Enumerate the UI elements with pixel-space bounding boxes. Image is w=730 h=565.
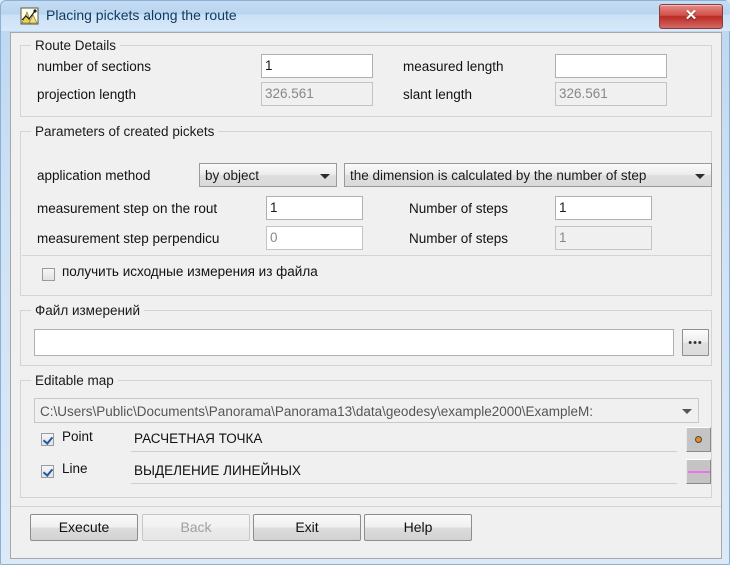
slant-length-label: slant length bbox=[403, 87, 473, 102]
map-path-value: C:\Users\Public\Documents\Panorama\Panor… bbox=[40, 404, 594, 419]
source-from-file-checkbox[interactable] bbox=[42, 268, 55, 281]
step-perpendicular-input[interactable]: 0 bbox=[266, 226, 363, 250]
source-from-file-label: получить исходные измерения из файла bbox=[62, 264, 318, 279]
picket-parameters-group-label: Parameters of created pickets bbox=[31, 124, 219, 139]
measured-length-label: measured length bbox=[403, 59, 504, 74]
point-checkbox[interactable] bbox=[41, 433, 54, 446]
editable-map-group-label: Editable map bbox=[31, 373, 118, 388]
close-button[interactable]: ✕ bbox=[659, 4, 723, 29]
slant-length-input[interactable]: 326.561 bbox=[555, 82, 667, 106]
point-symbol-icon bbox=[694, 435, 702, 443]
measurement-file-group: Файл измерений ••• bbox=[20, 303, 712, 366]
step-on-route-label: measurement step on the rout bbox=[37, 201, 218, 216]
dimension-mode-value: the dimension is calculated by the numbe… bbox=[350, 168, 647, 183]
dimension-mode-select[interactable]: the dimension is calculated by the numbe… bbox=[344, 163, 712, 187]
step-on-route-input[interactable]: 1 bbox=[266, 196, 363, 220]
projection-length-label: projection length bbox=[37, 87, 137, 102]
close-icon: ✕ bbox=[684, 7, 698, 24]
browse-file-button[interactable]: ••• bbox=[682, 329, 709, 356]
number-of-steps-label-2: Number of steps bbox=[409, 231, 509, 246]
line-object-input[interactable]: ВЫДЕЛЕНИЕ ЛИНЕЙНЫХ bbox=[131, 459, 677, 484]
measurement-file-path-input[interactable] bbox=[34, 329, 674, 356]
point-style-button[interactable] bbox=[686, 427, 711, 452]
back-button: Back bbox=[142, 514, 250, 541]
route-details-group-label: Route Details bbox=[31, 38, 121, 53]
line-label: Line bbox=[62, 461, 88, 476]
measured-length-input[interactable] bbox=[555, 54, 667, 78]
application-method-label: application method bbox=[37, 168, 151, 183]
route-details-group: Route Details number of sections 1 proje… bbox=[20, 38, 712, 117]
step-perpendicular-label: measurement step perpendicu bbox=[37, 231, 220, 246]
route-map-icon bbox=[20, 7, 39, 25]
number-of-sections-input[interactable]: 1 bbox=[261, 54, 373, 78]
title-bar: Placing pickets along the route ✕ bbox=[1, 1, 730, 31]
divider bbox=[22, 255, 712, 256]
line-symbol-icon bbox=[687, 470, 710, 473]
dialog-client-area: Route Details number of sections 1 proje… bbox=[10, 32, 722, 559]
number-of-steps-input-1[interactable]: 1 bbox=[555, 196, 652, 220]
footer-divider bbox=[11, 506, 721, 507]
line-checkbox[interactable] bbox=[41, 465, 54, 478]
measurement-file-group-label: Файл измерений bbox=[31, 303, 145, 318]
application-method-value: by object bbox=[205, 168, 260, 183]
execute-button[interactable]: Execute bbox=[30, 514, 138, 541]
line-style-button[interactable] bbox=[686, 459, 711, 484]
dialog-window: Placing pickets along the route ✕ Route … bbox=[0, 0, 730, 565]
projection-length-input[interactable]: 326.561 bbox=[261, 82, 373, 106]
chevron-down-icon bbox=[695, 174, 705, 179]
chevron-down-icon bbox=[682, 409, 692, 414]
number-of-steps-input-2[interactable]: 1 bbox=[555, 226, 652, 250]
number-of-sections-label: number of sections bbox=[37, 59, 152, 74]
application-method-select[interactable]: by object bbox=[199, 163, 337, 187]
point-label: Point bbox=[62, 429, 93, 444]
number-of-steps-label-1: Number of steps bbox=[409, 201, 509, 216]
editable-map-group: Editable map C:\Users\Public\Documents\P… bbox=[20, 373, 712, 498]
picket-parameters-group: Parameters of created pickets applicatio… bbox=[20, 124, 712, 296]
help-button[interactable]: Help bbox=[364, 514, 472, 541]
point-object-input[interactable]: РАСЧЕТНАЯ ТОЧКА bbox=[131, 427, 677, 452]
exit-button[interactable]: Exit bbox=[253, 514, 361, 541]
window-title: Placing pickets along the route bbox=[46, 7, 237, 23]
chevron-down-icon bbox=[320, 174, 330, 179]
map-path-select[interactable]: C:\Users\Public\Documents\Panorama\Panor… bbox=[34, 398, 699, 423]
ellipsis-icon: ••• bbox=[688, 336, 703, 349]
